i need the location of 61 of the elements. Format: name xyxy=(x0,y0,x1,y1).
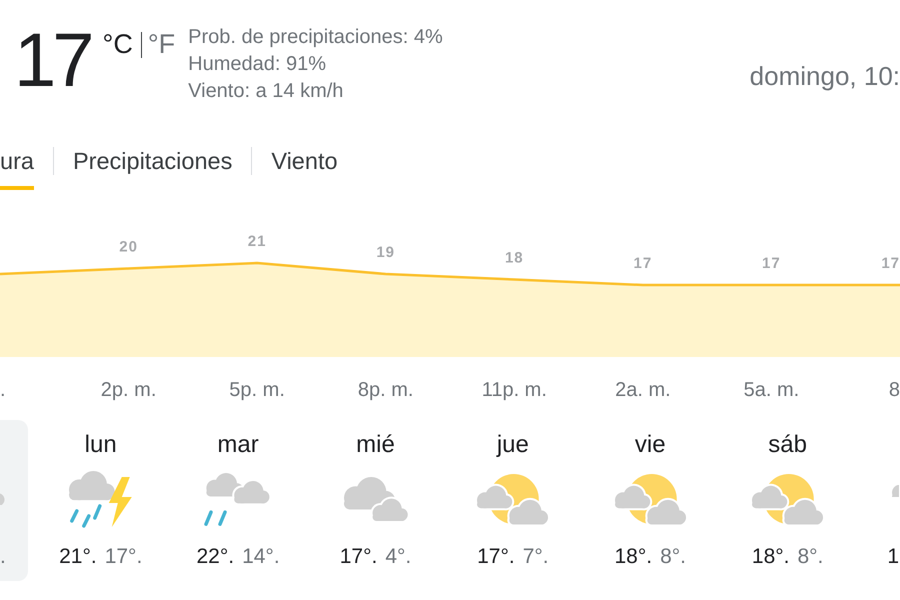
day-card[interactable]: 1 xyxy=(856,420,900,581)
sun-cloud-icon xyxy=(475,472,550,526)
cloud-icon xyxy=(892,485,900,498)
high-temperature: 17°. xyxy=(477,545,515,569)
data-label: 17 xyxy=(634,255,652,272)
low-temperature: 7°. xyxy=(522,545,549,569)
time-label: 2p. m. xyxy=(100,379,156,401)
day-label: vie xyxy=(634,431,666,459)
time-label: 5p. m. xyxy=(229,379,285,401)
low-temperature: 8°. xyxy=(660,545,686,569)
day-label: mar xyxy=(217,431,259,459)
unit-toggle[interactable]: °F xyxy=(148,31,176,58)
tab[interactable]: ura xyxy=(0,147,34,190)
tab[interactable]: Precipitaciones xyxy=(72,147,232,190)
sun-cloud-icon xyxy=(750,472,826,526)
high-temperature: 1 xyxy=(887,545,900,569)
time-label: 8 xyxy=(888,379,900,401)
high-temperature: 21°. xyxy=(59,545,97,569)
day-card[interactable]: jue 17°. 7°. xyxy=(444,420,582,581)
day-label: sáb xyxy=(768,431,807,459)
day-card[interactable]: mié 17°. 4°. xyxy=(306,420,444,581)
day-label: lun xyxy=(84,431,117,459)
data-label: 21 xyxy=(248,233,266,250)
high-temperature: 18°. xyxy=(614,545,652,569)
data-label: 19 xyxy=(376,244,396,261)
cloud-icon xyxy=(0,492,4,506)
unit-toggle[interactable]: °C xyxy=(102,31,133,58)
low-temperature: . xyxy=(0,545,6,569)
data-label: 17 xyxy=(881,255,900,272)
data-label: 20 xyxy=(119,238,138,256)
time-label: 11p. m. xyxy=(482,379,547,401)
time-label: 5a. m. xyxy=(744,379,800,401)
time-label: 2a. m. xyxy=(615,379,671,401)
date-time: domingo, 10: xyxy=(750,61,900,91)
day-card[interactable]: sáb 18°. 8°. xyxy=(718,420,856,581)
current-temperature: 17 xyxy=(14,23,91,99)
day-label: mié xyxy=(356,431,395,459)
rain-cloud-icon xyxy=(204,471,272,527)
cloud-icon xyxy=(342,474,410,524)
storm-cloud-icon xyxy=(67,469,134,529)
weather-detail: Viento: a 14 km/h xyxy=(188,79,344,104)
low-temperature: 4°. xyxy=(385,545,412,569)
high-temperature: 17°. xyxy=(340,545,378,569)
low-temperature: 17°. xyxy=(104,545,142,569)
data-label: 18 xyxy=(504,250,524,266)
high-temperature: 18°. xyxy=(752,545,790,569)
day-card[interactable]: lun 21°. 17°. xyxy=(32,420,170,581)
tab[interactable]: Viento xyxy=(271,147,338,190)
day-label: jue xyxy=(496,431,529,459)
high-temperature: 22°. xyxy=(196,545,234,569)
time-label: 8p. m. xyxy=(358,379,414,401)
day-card[interactable]: . xyxy=(0,420,28,581)
low-temperature: 14°. xyxy=(242,545,280,569)
day-card[interactable]: mar 22°. 14°. xyxy=(169,420,307,581)
weather-detail: Humedad: 91% xyxy=(188,52,328,77)
data-label: 17 xyxy=(762,255,781,272)
low-temperature: 8°. xyxy=(797,545,824,569)
time-label: . xyxy=(0,379,6,401)
sun-cloud-icon xyxy=(612,472,688,526)
weather-detail: Prob. de precipitaciones: 4% xyxy=(188,25,443,50)
day-card[interactable]: vie 18°. 8°. xyxy=(582,420,719,581)
